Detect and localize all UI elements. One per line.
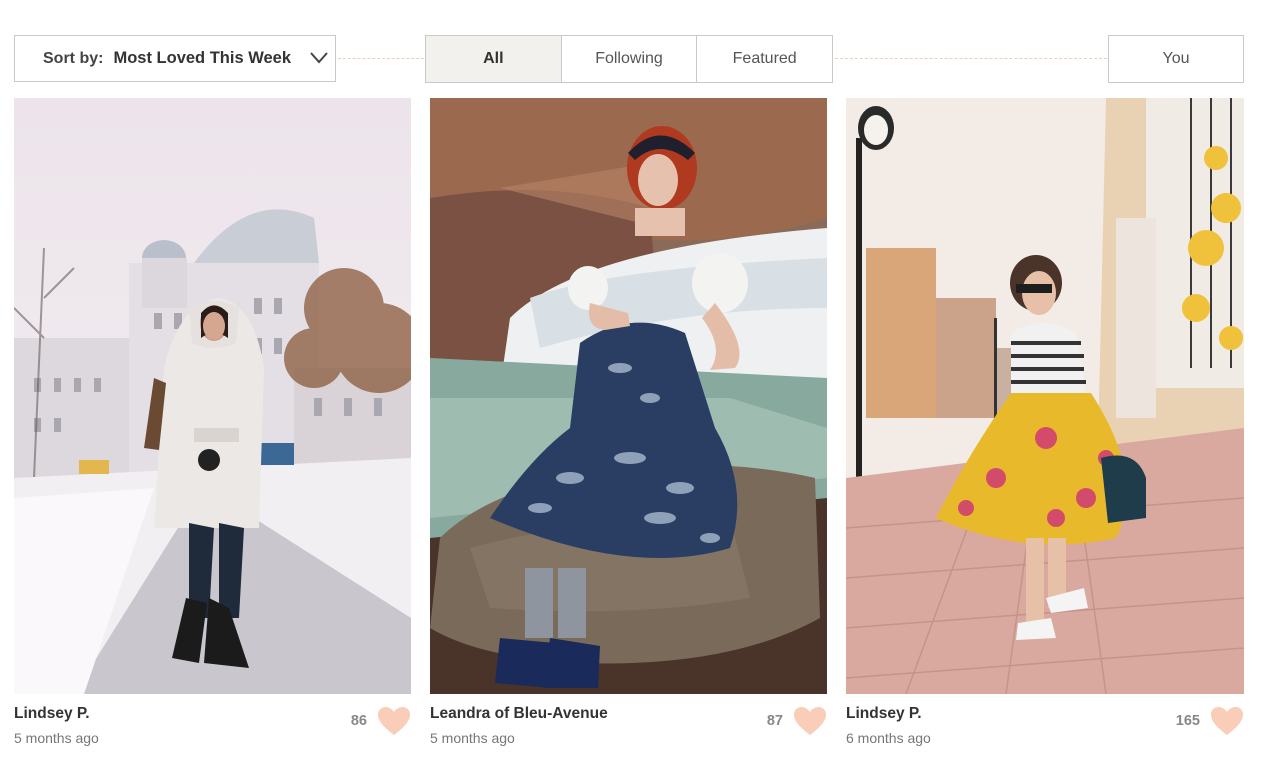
like-count: 165	[1175, 713, 1200, 729]
feed-tabs: All Following Featured	[425, 35, 833, 83]
heart-icon[interactable]	[793, 706, 827, 736]
post-time: 5 months ago	[430, 730, 515, 746]
like-count: 86	[350, 713, 367, 729]
sort-label: Sort by:	[43, 49, 104, 67]
post-meta: Leandra of Bleu-Avenue 5 months ago 87	[430, 694, 827, 754]
post-author[interactable]: Lindsey P.	[846, 705, 922, 723]
toolbar-divider-left	[338, 58, 424, 59]
sort-selected-value: Most Loved This Week	[113, 49, 292, 67]
tab-following[interactable]: Following	[560, 36, 697, 82]
heart-icon[interactable]	[377, 706, 411, 736]
post-card: Leandra of Bleu-Avenue 5 months ago 87	[430, 98, 827, 754]
sort-dropdown[interactable]: Sort by: Most Loved This Week	[14, 35, 336, 82]
tab-featured[interactable]: Featured	[696, 36, 833, 82]
post-photo[interactable]	[14, 98, 411, 694]
post-time: 5 months ago	[14, 730, 99, 746]
tab-you[interactable]: You	[1108, 35, 1244, 83]
post-photo[interactable]	[430, 98, 827, 694]
post-time: 6 months ago	[846, 730, 931, 746]
post-meta: Lindsey P. 5 months ago 86	[14, 694, 411, 754]
toolbar-divider-right	[835, 58, 1107, 59]
like-count: 87	[766, 713, 783, 729]
post-photo[interactable]	[846, 98, 1244, 694]
post-author[interactable]: Lindsey P.	[14, 705, 90, 723]
chevron-down-icon	[310, 52, 328, 64]
post-card: Lindsey P. 6 months ago 165	[846, 98, 1244, 754]
tab-all[interactable]: All	[426, 36, 561, 82]
post-card: Lindsey P. 5 months ago 86	[14, 98, 411, 754]
heart-icon[interactable]	[1210, 706, 1244, 736]
post-author[interactable]: Leandra of Bleu-Avenue	[430, 705, 608, 723]
post-meta: Lindsey P. 6 months ago 165	[846, 694, 1244, 754]
